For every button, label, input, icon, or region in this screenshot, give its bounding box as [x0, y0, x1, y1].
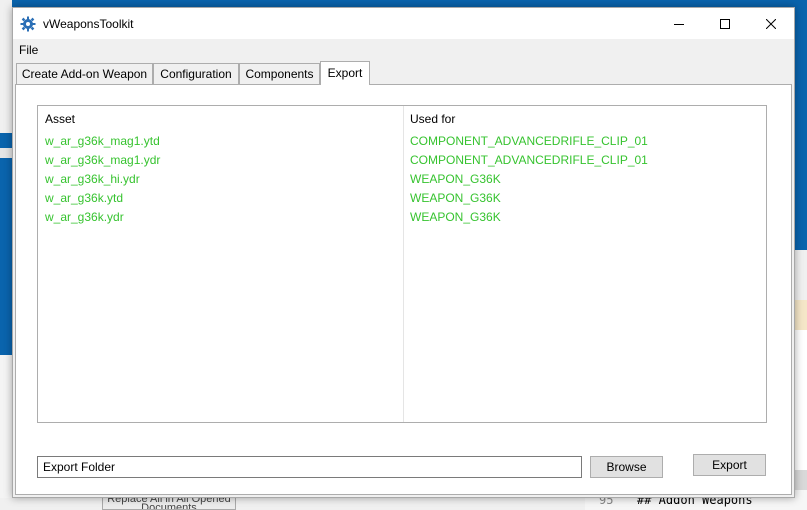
maximize-button[interactable]: [702, 8, 748, 39]
menu-bar: File: [13, 39, 794, 61]
tab-create-add-on-weapon[interactable]: Create Add-on Weapon: [16, 63, 153, 85]
desktop-left-strip: [0, 0, 12, 133]
tab-configuration[interactable]: Configuration: [153, 63, 239, 85]
tab-export[interactable]: Export: [320, 61, 370, 85]
close-icon: [766, 18, 776, 29]
tab-components[interactable]: Components: [239, 63, 320, 85]
asset-list[interactable]: Asset Used for w_ar_g36k_mag1.ytd COMPON…: [37, 105, 767, 423]
gear-icon: [20, 16, 36, 32]
title-bar[interactable]: vWeaponsToolkit: [13, 8, 794, 39]
desktop-left-strip: [0, 148, 12, 158]
desktop-right-strip: [795, 250, 807, 300]
used-for-value: WEAPON_G36K: [410, 172, 501, 186]
list-item[interactable]: w_ar_g36k.ytd WEAPON_G36K: [38, 190, 766, 209]
menu-file[interactable]: File: [18, 43, 39, 57]
desktop-right-strip: [795, 330, 807, 470]
app-window: vWeaponsToolkit File Create Add-on Weapo…: [12, 7, 795, 498]
column-header-used-for[interactable]: Used for: [410, 112, 455, 126]
asset-name: w_ar_g36k.ytd: [45, 191, 124, 205]
asset-name: w_ar_g36k_hi.ydr: [45, 172, 140, 186]
asset-name: w_ar_g36k_mag1.ytd: [45, 134, 160, 148]
used-for-value: COMPONENT_ADVANCEDRIFLE_CLIP_01: [410, 153, 648, 167]
window-title: vWeaponsToolkit: [43, 17, 134, 31]
list-item[interactable]: w_ar_g36k_mag1.ytd COMPONENT_ADVANCEDRIF…: [38, 133, 766, 152]
desktop-left-edge: [0, 0, 12, 510]
desktop-right-strip: [795, 0, 807, 250]
used-for-value: COMPONENT_ADVANCEDRIFLE_CLIP_01: [410, 134, 648, 148]
desktop-right-edge: [795, 0, 807, 510]
desktop-left-strip: [0, 355, 12, 500]
desktop-right-strip: [795, 300, 807, 330]
used-for-value: WEAPON_G36K: [410, 210, 501, 224]
desktop-left-strip: [0, 215, 12, 350]
used-for-value: WEAPON_G36K: [410, 191, 501, 205]
export-tab-page: Asset Used for w_ar_g36k_mag1.ytd COMPON…: [15, 84, 792, 495]
asset-name: w_ar_g36k_mag1.ydr: [45, 153, 161, 167]
asset-name: w_ar_g36k.ydr: [45, 210, 124, 224]
list-item[interactable]: w_ar_g36k.ydr WEAPON_G36K: [38, 209, 766, 228]
asset-rows: w_ar_g36k_mag1.ytd COMPONENT_ADVANCEDRIF…: [38, 133, 766, 228]
minimize-button[interactable]: [656, 8, 702, 39]
close-button[interactable]: [748, 8, 794, 39]
column-header-asset[interactable]: Asset: [45, 112, 75, 126]
list-item[interactable]: w_ar_g36k_mag1.ydr COMPONENT_ADVANCEDRIF…: [38, 152, 766, 171]
maximize-icon: [720, 18, 730, 29]
export-button[interactable]: Export: [693, 454, 766, 476]
minimize-icon: [674, 19, 684, 29]
list-item[interactable]: w_ar_g36k_hi.ydr WEAPON_G36K: [38, 171, 766, 190]
export-folder-input[interactable]: [37, 456, 582, 478]
browse-button[interactable]: Browse: [590, 456, 663, 478]
